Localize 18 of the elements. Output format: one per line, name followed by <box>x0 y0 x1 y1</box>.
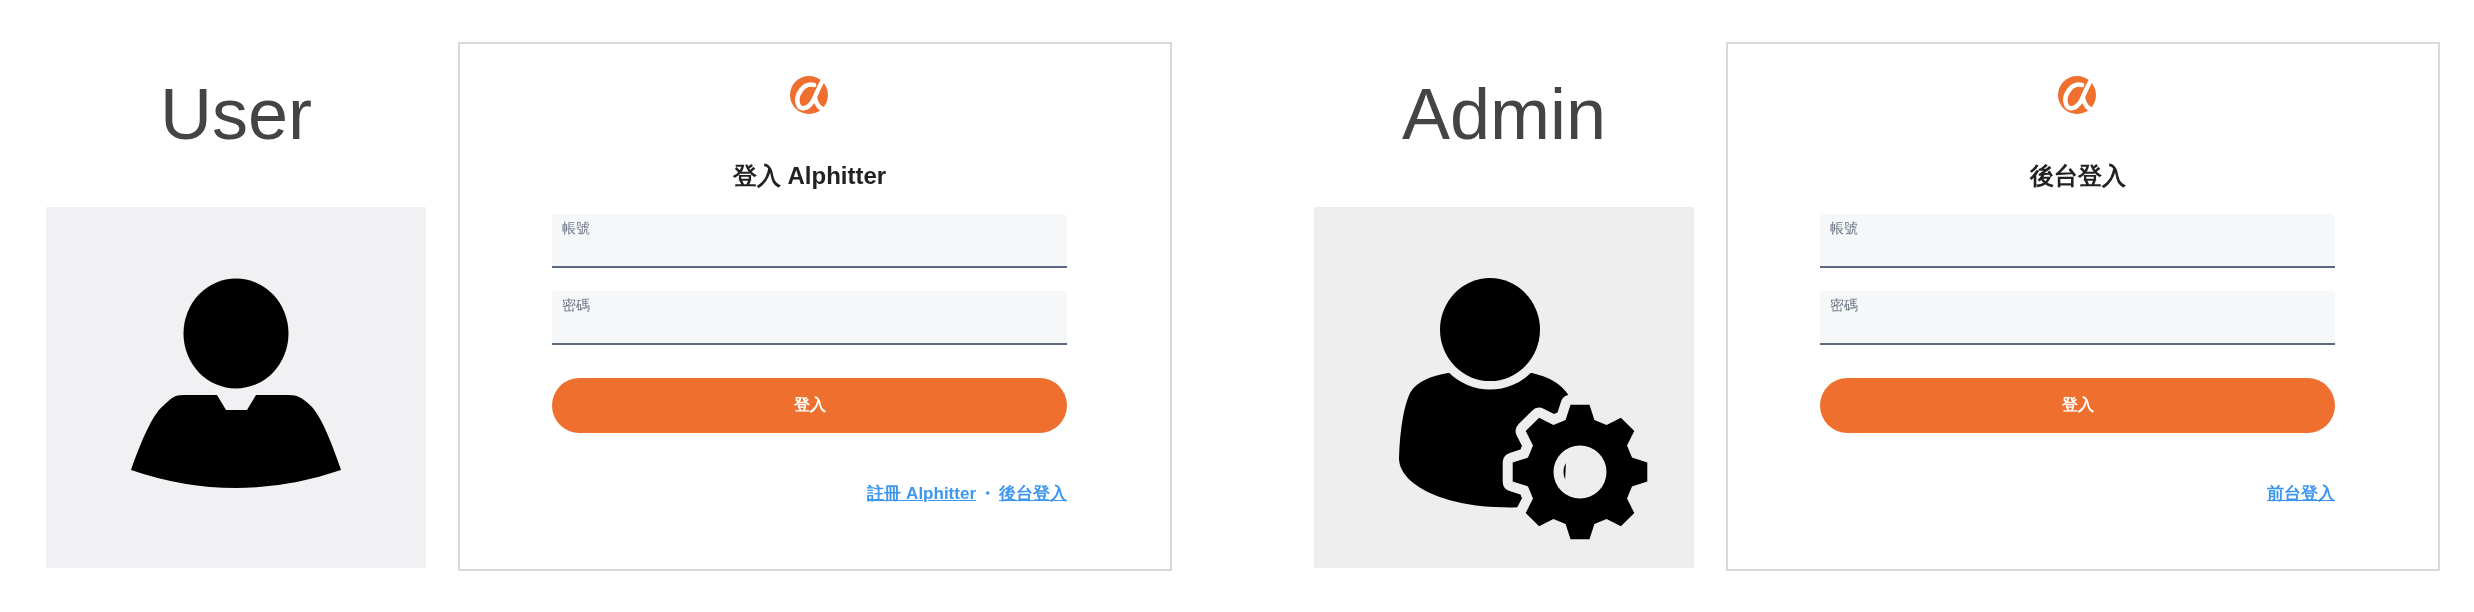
text-link[interactable]: 註冊 Alphitter <box>867 482 976 506</box>
text-link[interactable]: 後台登入 <box>999 482 1067 506</box>
login-button[interactable]: 登入 <box>552 378 1067 433</box>
person-icon <box>131 278 341 488</box>
input-field[interactable]: 帳號 <box>552 214 1067 268</box>
form-title: 登入 Alphitter <box>732 161 887 191</box>
role-heading: User <box>160 78 312 150</box>
login-button[interactable]: 登入 <box>1820 378 2335 433</box>
form-title: 後台登入 <box>2029 161 2126 191</box>
text-link[interactable]: 前台登入 <box>2267 482 2335 506</box>
input-field[interactable]: 帳號 <box>1820 214 2335 268</box>
input-field[interactable]: 密碼 <box>552 291 1067 345</box>
link-separator: ・ <box>978 483 997 505</box>
role-heading: Admin <box>1401 78 1607 150</box>
input-field[interactable]: 密碼 <box>1820 291 2335 345</box>
logo-icon <box>789 73 830 117</box>
person-gear-icon <box>1399 278 1649 540</box>
logo-icon <box>2057 73 2098 117</box>
